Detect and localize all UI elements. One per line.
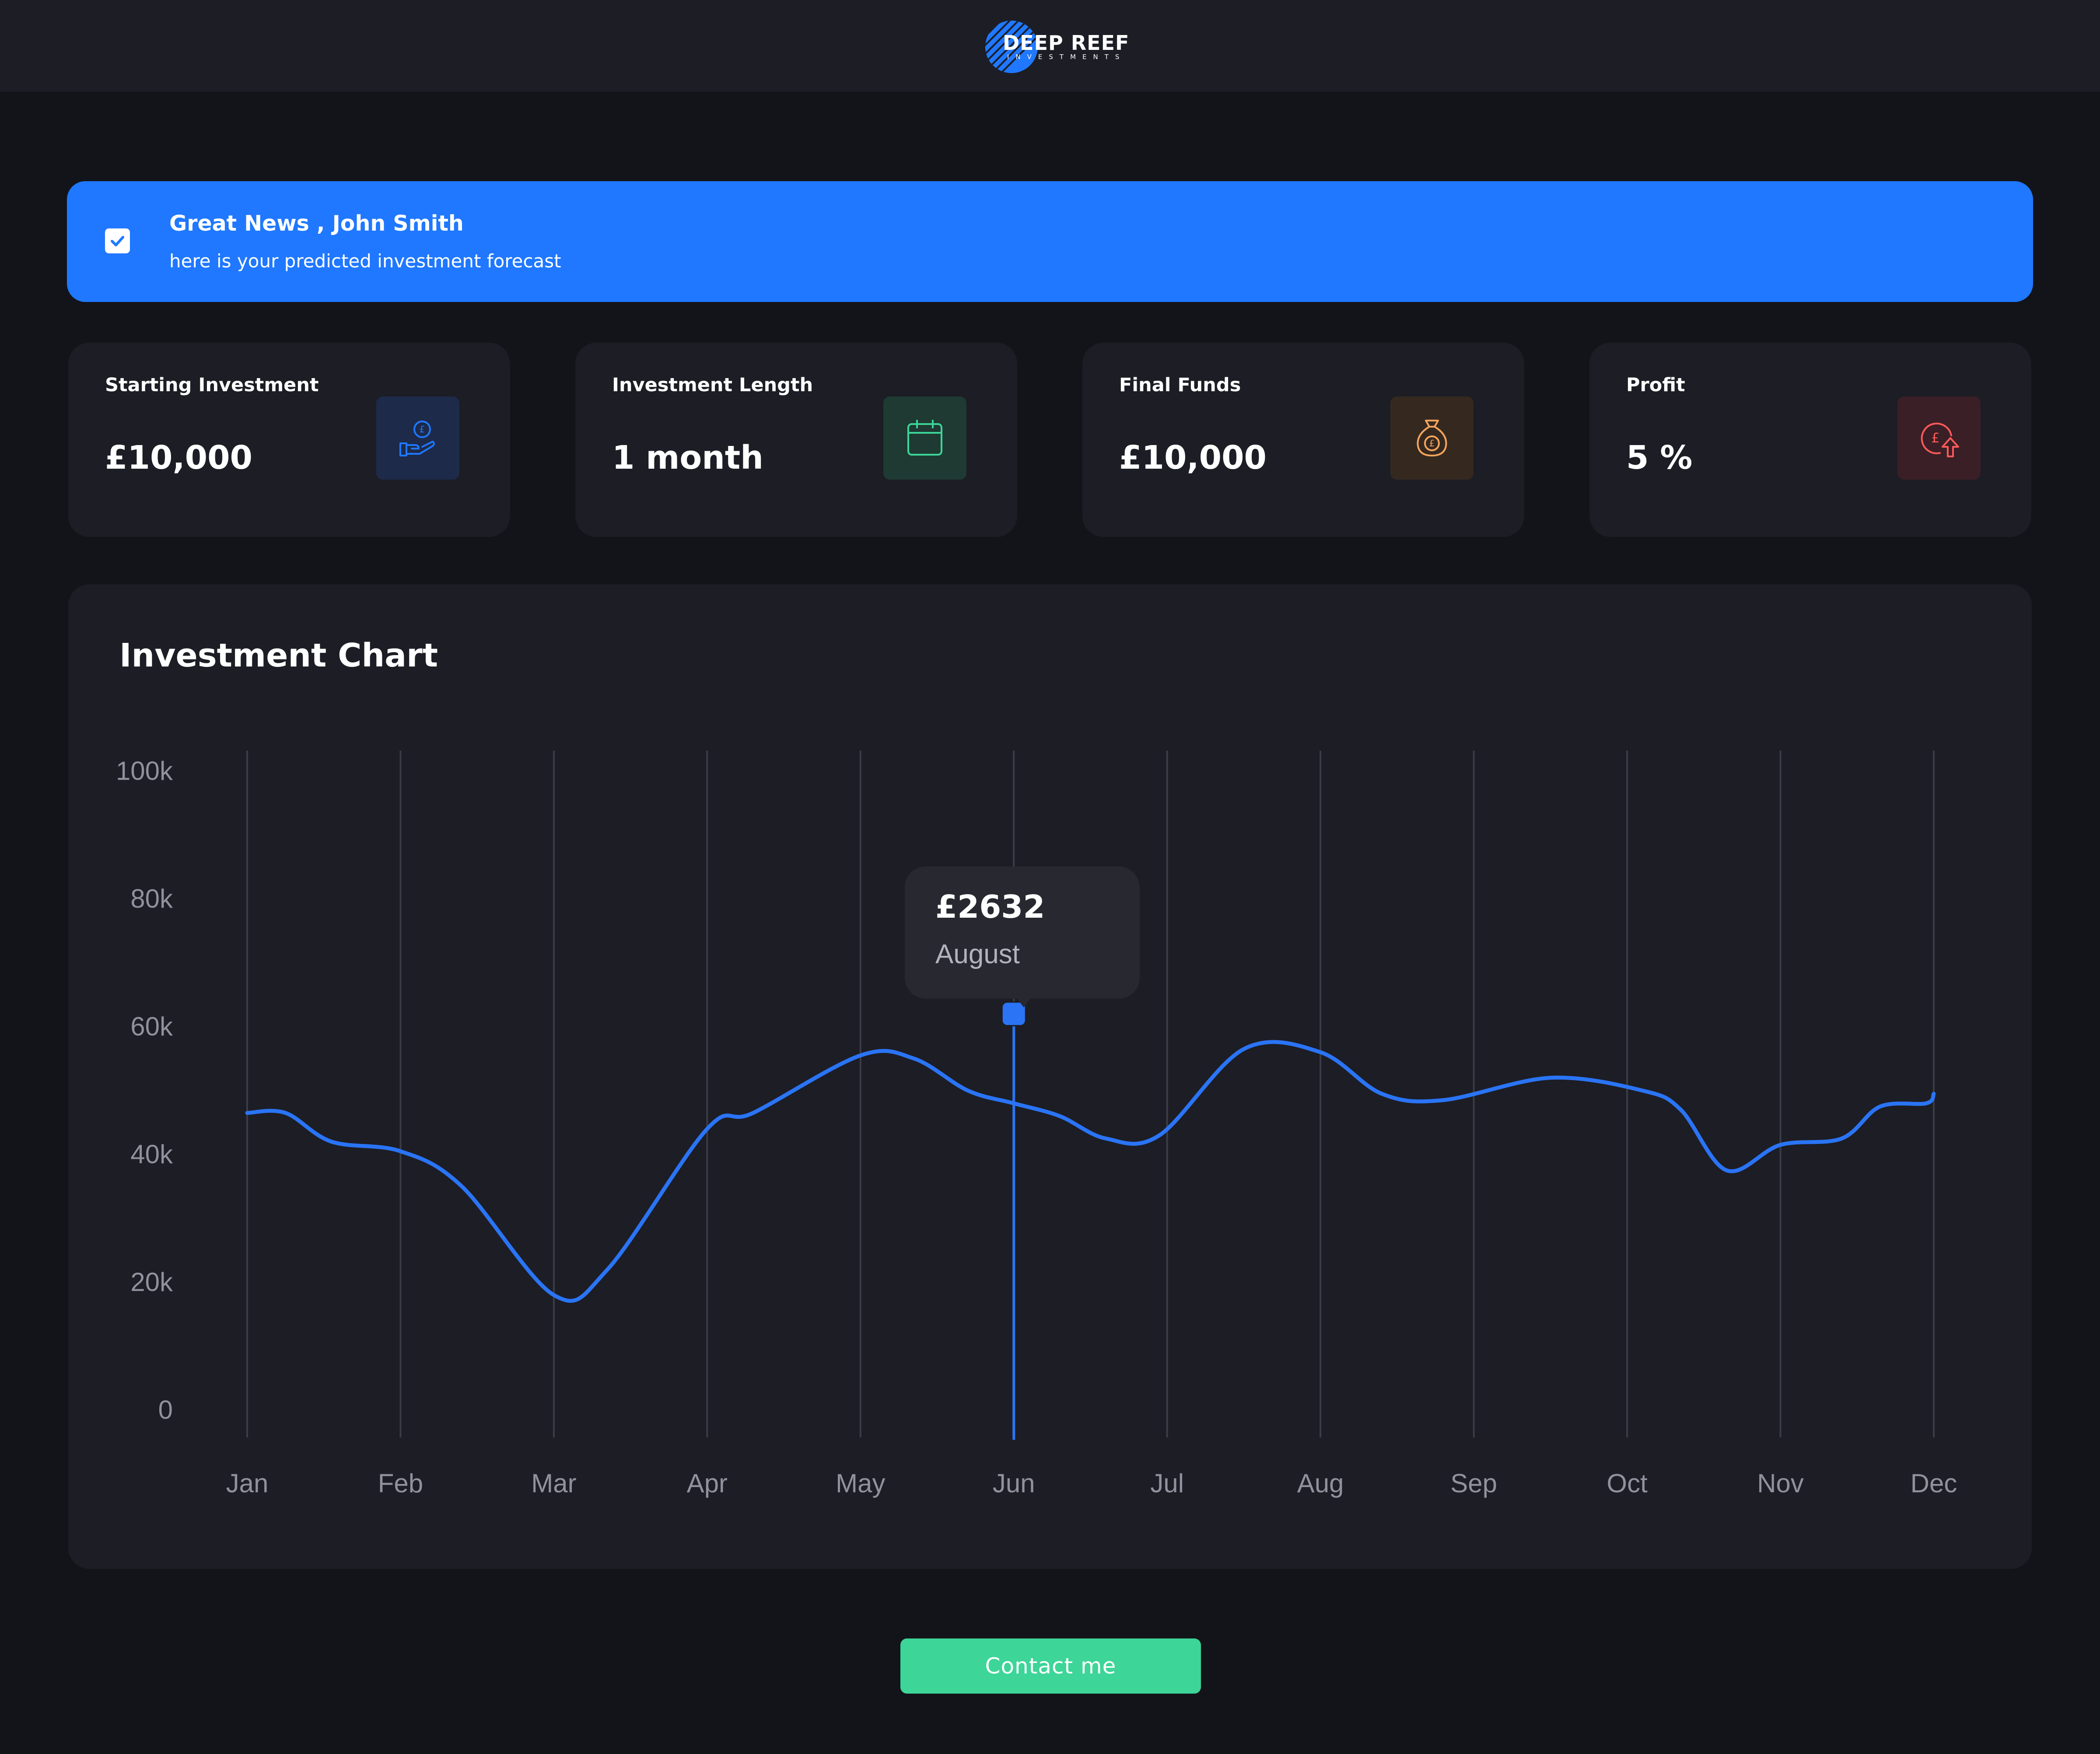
y-tick-100k: 100k (116, 756, 173, 786)
tooltip-caret (1013, 993, 1034, 1007)
tooltip-value: £2632 (935, 888, 1045, 925)
x-tick-mar: Mar (531, 1469, 576, 1498)
y-tick-60k: 60k (130, 1012, 173, 1041)
y-tick-0: 0 (158, 1395, 173, 1424)
y-tick-40k: 40k (130, 1140, 173, 1169)
x-tick-oct: Oct (1606, 1469, 1648, 1498)
chart-tooltip (905, 866, 1140, 999)
x-tick-may: May (836, 1469, 885, 1498)
x-tick-jun: Jun (993, 1469, 1035, 1498)
contact-button[interactable]: Contact me (900, 1638, 1201, 1694)
y-tick-80k: 80k (130, 884, 173, 913)
investment-series-line (245, 1040, 1936, 1303)
x-tick-jul: Jul (1150, 1469, 1184, 1498)
y-tick-20k: 20k (130, 1267, 173, 1297)
x-tick-jan: Jan (226, 1469, 269, 1498)
x-tick-dec: Dec (1911, 1469, 1957, 1498)
x-tick-aug: Aug (1297, 1469, 1344, 1498)
x-tick-nov: Nov (1757, 1469, 1804, 1498)
x-tick-sep: Sep (1450, 1469, 1497, 1498)
x-tick-feb: Feb (378, 1469, 423, 1498)
tooltip-month: August (935, 939, 1020, 969)
x-tick-apr: Apr (687, 1469, 728, 1498)
